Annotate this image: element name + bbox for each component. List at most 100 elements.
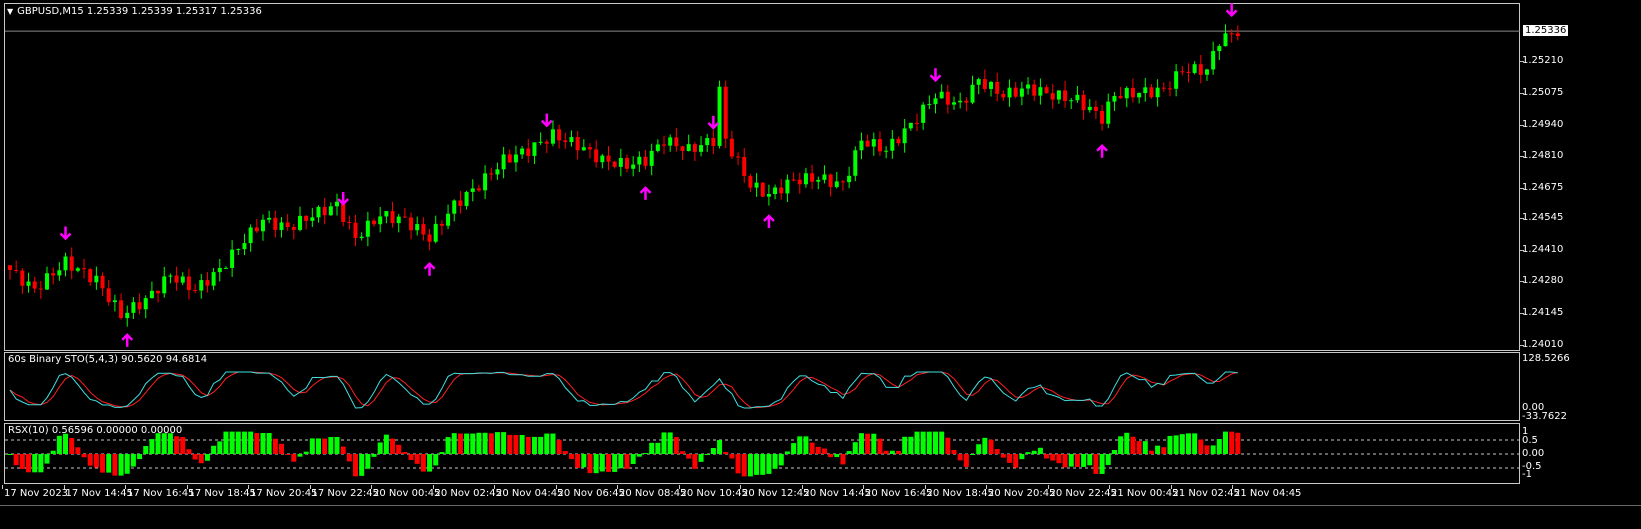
rsx-bar — [1056, 454, 1062, 464]
rsx-bar — [686, 454, 692, 459]
rsx-bar — [44, 454, 50, 464]
bull-candle — [452, 200, 457, 214]
time-label: 17 Nov 22:45 — [311, 488, 379, 499]
rsx-bar — [957, 454, 963, 461]
rsx-bar — [1136, 441, 1142, 454]
bear-candle — [1229, 33, 1234, 35]
sto-label: 60s Binary STO(5,4,3) 90.5620 94.6814 — [8, 354, 208, 365]
bull-candle — [958, 100, 963, 103]
time-label: 17 Nov 2023 — [4, 488, 69, 499]
bear-candle — [729, 138, 734, 157]
time-label: 20 Nov 06:45 — [557, 488, 625, 499]
triangle-down-icon[interactable]: ▼ — [7, 7, 13, 16]
rsx-bar — [1031, 450, 1037, 454]
bear-candle — [1044, 87, 1049, 94]
bull-candle — [180, 276, 185, 283]
bull-candle — [415, 224, 420, 231]
bull-candle — [976, 79, 981, 85]
rsx-bar — [766, 454, 772, 474]
rsx-bar — [1155, 445, 1161, 454]
bear-candle — [662, 144, 667, 146]
bear-candle — [421, 224, 426, 235]
rsx-bar — [439, 452, 445, 454]
rsx-bar — [494, 432, 500, 454]
bear-candle — [156, 290, 161, 294]
buy-arrow-icon — [121, 333, 134, 347]
rsx-bar — [81, 454, 87, 458]
rsx-bar — [667, 432, 673, 454]
bull-candle — [686, 144, 691, 151]
bull-candle — [217, 268, 222, 273]
rsx-bar — [1044, 454, 1050, 459]
rsx-bar — [673, 437, 679, 454]
rsx-bar — [229, 431, 235, 454]
rsx-bar — [877, 438, 883, 454]
rsx-bar — [266, 433, 272, 454]
rsx-bar — [704, 454, 710, 455]
bull-candle — [884, 150, 889, 152]
rsx-bar — [914, 431, 920, 454]
rsx-bar — [729, 454, 735, 459]
bull-candle — [890, 138, 895, 151]
rsx-bar — [507, 434, 513, 454]
rsx-bar — [698, 454, 704, 462]
rsx-bar — [895, 450, 901, 454]
rsx-bar — [575, 454, 581, 468]
bear-candle — [14, 269, 19, 271]
rsx-bar — [1222, 431, 1228, 454]
bull-candle — [279, 222, 284, 230]
bear-candle — [1100, 110, 1105, 124]
bear-candle — [372, 220, 377, 225]
bull-candle — [223, 267, 228, 269]
time-label: 17 Nov 16:45 — [127, 488, 195, 499]
bull-candle — [637, 156, 642, 165]
rsx-bar — [26, 454, 32, 473]
rsx-bar — [1235, 432, 1241, 454]
time-label: 20 Nov 20:45 — [988, 488, 1056, 499]
sell-arrow-icon — [929, 68, 942, 83]
bull-candle — [1143, 87, 1148, 94]
bear-candle — [1167, 88, 1172, 90]
rsx-bar — [828, 454, 834, 458]
bear-candle — [1013, 87, 1018, 97]
sto-signal-line — [9, 371, 1238, 409]
bull-candle — [699, 145, 704, 152]
bear-candle — [304, 215, 309, 221]
bull-candle — [631, 164, 636, 169]
bull-candle — [618, 157, 623, 167]
rsx-bar — [93, 454, 99, 468]
time-tick — [924, 485, 926, 489]
bull-candle — [1019, 88, 1024, 97]
bull-candle — [446, 213, 451, 226]
rsx-bar — [1093, 454, 1099, 474]
rsx-bar — [655, 442, 661, 454]
bull-candle — [952, 102, 957, 105]
bear-candle — [674, 137, 679, 147]
rsx-bar — [322, 438, 328, 454]
bear-candle — [427, 234, 432, 242]
time-tick — [555, 485, 557, 489]
bull-candle — [513, 154, 518, 163]
rsx-bar — [433, 454, 439, 466]
rsx-bar — [130, 454, 136, 467]
bull-candle — [236, 249, 241, 251]
rsx-bar — [309, 438, 315, 454]
rsx-bar — [254, 433, 260, 454]
bull-candle — [1112, 95, 1117, 102]
rsx-bar — [661, 432, 667, 454]
rsx-bar — [945, 437, 951, 454]
rsx-bar — [846, 451, 852, 454]
rsx-bar — [630, 454, 636, 464]
bear-candle — [439, 223, 444, 226]
rsx-bar — [599, 454, 605, 472]
rsx-bar — [198, 454, 204, 464]
time-label: 21 Nov 02:45 — [1172, 488, 1240, 499]
bull-candle — [538, 141, 543, 143]
rsx-bar — [1068, 454, 1074, 467]
rsx-bar — [994, 449, 1000, 454]
bull-candle — [1211, 51, 1216, 70]
rsx-bar — [100, 454, 106, 473]
rsx-bar — [303, 451, 309, 454]
bull-candle — [1087, 106, 1092, 111]
rsx-bar — [390, 438, 396, 454]
